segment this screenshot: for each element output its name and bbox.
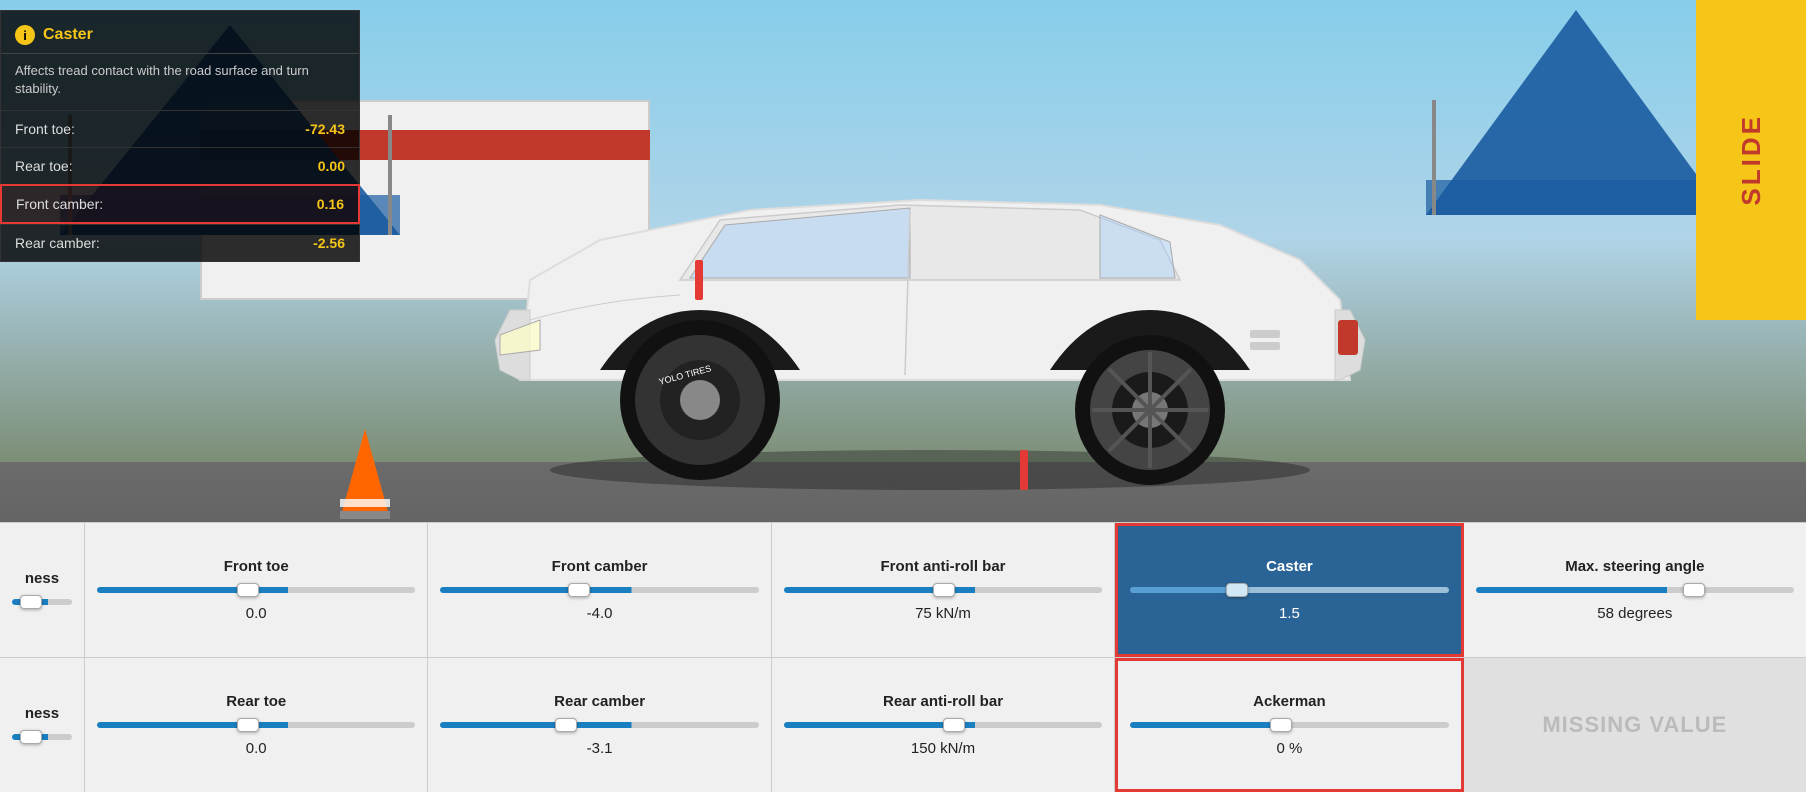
slider-rear-toe[interactable] xyxy=(97,716,415,734)
cell-value-caster: 1.5 xyxy=(1279,605,1300,622)
cell-rear-toe[interactable]: Rear toe 0.0 xyxy=(85,658,428,792)
slider-track-front-camber xyxy=(440,587,758,593)
slider-track-front-anti-roll xyxy=(784,587,1102,593)
cell-label-stiffness-1: ness xyxy=(25,570,59,587)
slider-thumb-front-toe[interactable] xyxy=(237,583,259,597)
cell-value-ackerman: 0 % xyxy=(1276,740,1302,757)
cell-front-toe[interactable]: Front toe 0.0 xyxy=(85,523,428,657)
stat-label-front-toe: Front toe: xyxy=(15,121,75,137)
cell-rear-camber[interactable]: Rear camber -3.1 xyxy=(428,658,771,792)
slider-track-rear-toe xyxy=(97,722,415,728)
cell-value-max-steering: 58 degrees xyxy=(1597,605,1672,622)
stat-value-rear-camber: -2.56 xyxy=(313,235,345,251)
stat-row-front-toe[interactable]: Front toe: -72.43 xyxy=(1,110,359,147)
stat-value-front-camber: 0.16 xyxy=(317,196,344,212)
cell-label-rear-camber: Rear camber xyxy=(554,693,645,710)
cell-front-anti-roll[interactable]: Front anti-roll bar 75 kN/m xyxy=(772,523,1115,657)
slider-max-steering[interactable] xyxy=(1476,581,1794,599)
slider-ackerman[interactable] xyxy=(1130,716,1448,734)
slider-thumb-rear-toe[interactable] xyxy=(237,718,259,732)
cell-stiffness-2[interactable]: ness xyxy=(0,658,85,792)
stat-label-rear-toe: Rear toe: xyxy=(15,158,73,174)
stat-value-rear-toe: 0.00 xyxy=(318,158,345,174)
slider-track-stiffness-1 xyxy=(12,599,72,605)
slider-track-stiffness-2 xyxy=(12,734,72,740)
cell-missing-value: MISSING VALUE xyxy=(1464,658,1806,792)
cell-label-front-anti-roll: Front anti-roll bar xyxy=(881,558,1006,575)
cell-label-caster: Caster xyxy=(1266,558,1313,575)
traffic-cone-1 xyxy=(340,429,390,524)
slider-thumb-rear-anti-roll[interactable] xyxy=(943,718,965,732)
slider-front-anti-roll[interactable] xyxy=(784,581,1102,599)
slider-thumb-rear-camber[interactable] xyxy=(555,718,577,732)
bottom-bar: ness Front toe 0.0 Front camber xyxy=(0,522,1806,792)
cell-ackerman[interactable]: Ackerman 0 % xyxy=(1115,658,1463,792)
cell-value-front-camber: -4.0 xyxy=(587,605,613,622)
slider-rear-anti-roll[interactable] xyxy=(784,716,1102,734)
cell-value-front-anti-roll: 75 kN/m xyxy=(915,605,971,622)
slider-stiffness-2[interactable] xyxy=(12,728,72,746)
stat-value-front-toe: -72.43 xyxy=(305,121,345,137)
info-panel-header: i Caster xyxy=(1,21,359,54)
slider-stiffness-1[interactable] xyxy=(12,593,72,611)
cell-rear-anti-roll[interactable]: Rear anti-roll bar 150 kN/m xyxy=(772,658,1115,792)
stat-row-rear-toe[interactable]: Rear toe: 0.00 xyxy=(1,147,359,184)
missing-value-text: MISSING VALUE xyxy=(1542,712,1727,738)
cell-max-steering[interactable]: Max. steering angle 58 degrees xyxy=(1464,523,1806,657)
tent-right xyxy=(1426,5,1726,215)
slider-track-max-steering xyxy=(1476,587,1794,593)
cell-label-rear-anti-roll: Rear anti-roll bar xyxy=(883,693,1003,710)
cell-label-front-toe: Front toe xyxy=(224,558,289,575)
cell-caster[interactable]: Caster 1.5 xyxy=(1115,523,1463,657)
cell-label-rear-toe: Rear toe xyxy=(226,693,286,710)
slider-thumb-max-steering[interactable] xyxy=(1683,583,1705,597)
cell-label-stiffness-2: ness xyxy=(25,705,59,722)
slider-thumb-front-camber[interactable] xyxy=(568,583,590,597)
cell-value-rear-anti-roll: 150 kN/m xyxy=(911,740,975,757)
slide-banner: SLIDE xyxy=(1696,0,1806,320)
cell-front-camber[interactable]: Front camber -4.0 xyxy=(428,523,771,657)
stat-row-rear-camber[interactable]: Rear camber: -2.56 xyxy=(1,224,359,261)
slider-track-rear-camber xyxy=(440,722,758,728)
cell-stiffness-1[interactable]: ness xyxy=(0,523,85,657)
cell-label-front-camber: Front camber xyxy=(552,558,648,575)
stat-label-rear-camber: Rear camber: xyxy=(15,235,100,251)
info-panel-title: Caster xyxy=(43,26,93,44)
bottom-row-1: ness Front toe 0.0 Front camber xyxy=(0,522,1806,657)
slider-thumb-stiffness-1[interactable] xyxy=(20,595,42,609)
banner-text: SLIDE xyxy=(1736,114,1767,206)
slider-caster[interactable] xyxy=(1130,581,1448,599)
info-icon: i xyxy=(15,25,35,45)
slider-track-front-toe xyxy=(97,587,415,593)
slider-rear-camber[interactable] xyxy=(440,716,758,734)
cell-value-front-toe: 0.0 xyxy=(246,605,267,622)
info-panel: i Caster Affects tread contact with the … xyxy=(0,10,360,262)
bottom-row-2: ness Rear toe 0.0 Rear camber xyxy=(0,657,1806,792)
cell-value-rear-camber: -3.1 xyxy=(587,740,613,757)
slider-track-caster xyxy=(1130,587,1448,593)
car-display: YOLO TIRES xyxy=(400,80,1400,530)
slider-track-ackerman xyxy=(1130,722,1448,728)
slider-thumb-caster[interactable] xyxy=(1226,583,1248,597)
slider-thumb-ackerman[interactable] xyxy=(1270,718,1292,732)
info-panel-description: Affects tread contact with the road surf… xyxy=(1,54,359,110)
slider-front-toe[interactable] xyxy=(97,581,415,599)
cell-value-rear-toe: 0.0 xyxy=(246,740,267,757)
slider-track-rear-anti-roll xyxy=(784,722,1102,728)
stat-label-front-camber: Front camber: xyxy=(16,196,103,212)
slider-front-camber[interactable] xyxy=(440,581,758,599)
slider-thumb-stiffness-2[interactable] xyxy=(20,730,42,744)
cell-label-ackerman: Ackerman xyxy=(1253,693,1326,710)
cell-label-max-steering: Max. steering angle xyxy=(1565,558,1704,575)
stat-row-front-camber[interactable]: Front camber: 0.16 xyxy=(0,184,360,224)
slider-thumb-front-anti-roll[interactable] xyxy=(933,583,955,597)
